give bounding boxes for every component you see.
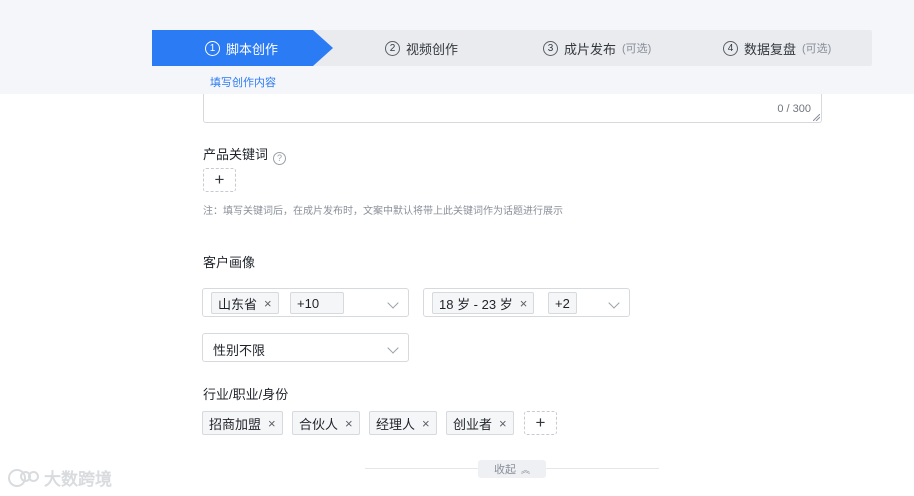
step-script-creation[interactable]: 1 脚本创作 [152, 30, 333, 66]
step-subtitle: 填写创作内容 [210, 77, 276, 89]
step-publish[interactable]: 3 成片发布 (可选) [543, 30, 651, 66]
age-tag-text: 18 岁 - 23 岁 [439, 296, 513, 312]
step-3-number: 3 [543, 40, 558, 56]
industry-tag: 经理人 × [369, 411, 437, 435]
region-select[interactable]: 山东省 × +10 [202, 288, 409, 317]
add-keyword-button[interactable]: + [203, 168, 236, 192]
remove-age-icon[interactable]: × [520, 296, 528, 311]
step-3-label: 成片发布 [564, 41, 617, 57]
keywords-label-text: 产品关键词 [203, 147, 269, 162]
watermark: 大数跨境 [8, 465, 112, 490]
step-2-label: 视频创作 [406, 41, 459, 57]
remove-tag-icon[interactable]: × [499, 416, 507, 431]
industry-tag-text: 经理人 [376, 416, 416, 432]
resize-handle-icon[interactable] [813, 114, 820, 121]
step-video-creation[interactable]: 2 视频创作 [385, 30, 458, 66]
help-icon[interactable]: ? [273, 151, 287, 165]
divider-right [546, 468, 659, 469]
industry-tag-text: 创业者 [453, 416, 493, 432]
step-2-number: 2 [385, 40, 400, 56]
step-4-optional: (可选) [802, 43, 832, 55]
add-industry-button[interactable]: + [524, 411, 557, 435]
age-select[interactable]: 18 岁 - 23 岁 × +2 [423, 288, 630, 317]
step-progress-bar: 1 脚本创作 2 视频创作 3 成片发布 (可选) 4 数据复盘 (可选) [152, 30, 872, 66]
chevron-down-icon [387, 297, 399, 309]
industry-tag-text: 合伙人 [299, 416, 339, 432]
step-1-label: 脚本创作 [226, 41, 279, 57]
divider-left [365, 468, 478, 469]
gender-select-value: 性别不限 [213, 343, 266, 358]
chevron-down-icon [387, 342, 399, 354]
step-data-review[interactable]: 4 数据复盘 (可选) [723, 30, 831, 66]
industry-label: 行业/职业/身份 [203, 387, 289, 402]
industry-tag: 招商加盟 × [202, 411, 283, 435]
keywords-label: 产品关键词? [203, 144, 287, 165]
remove-tag-icon[interactable]: × [422, 416, 430, 431]
step-1-number: 1 [205, 40, 220, 56]
industry-tag: 合伙人 × [292, 411, 360, 435]
portrait-label: 客户画像 [203, 255, 256, 270]
region-more-tag: +10 [290, 292, 345, 314]
keywords-note: 注：填写关键词后，在成片发布时，文案中默认将带上此关键词作为话题进行展示 [203, 206, 563, 217]
region-tag: 山东省 × [211, 292, 279, 314]
remove-tag-icon[interactable]: × [345, 416, 353, 431]
collapse-button[interactable]: 收起 ︽ [478, 460, 546, 478]
industry-tag: 创业者 × [446, 411, 514, 435]
collapse-label: 收起 [493, 464, 516, 476]
watermark-logo-icon [8, 467, 40, 489]
step-3-optional: (可选) [622, 43, 652, 55]
step-4-label: 数据复盘 [744, 41, 797, 57]
watermark-text: 大数跨境 [44, 470, 112, 489]
remove-region-icon[interactable]: × [264, 296, 272, 311]
char-counter: 0 / 300 [777, 103, 811, 115]
region-tag-text: 山东省 [218, 296, 258, 312]
age-tag: 18 岁 - 23 岁 × [432, 292, 535, 314]
gender-select[interactable]: 性别不限 [202, 333, 409, 362]
step-4-number: 4 [723, 40, 738, 56]
remove-tag-icon[interactable]: × [268, 416, 276, 431]
age-more-tag: +2 [548, 292, 577, 314]
chevron-down-icon [608, 297, 620, 309]
industry-tag-text: 招商加盟 [209, 416, 262, 432]
script-content-textarea[interactable]: 0 / 300 [203, 94, 822, 123]
chevron-up-icon: ︽ [520, 464, 530, 475]
